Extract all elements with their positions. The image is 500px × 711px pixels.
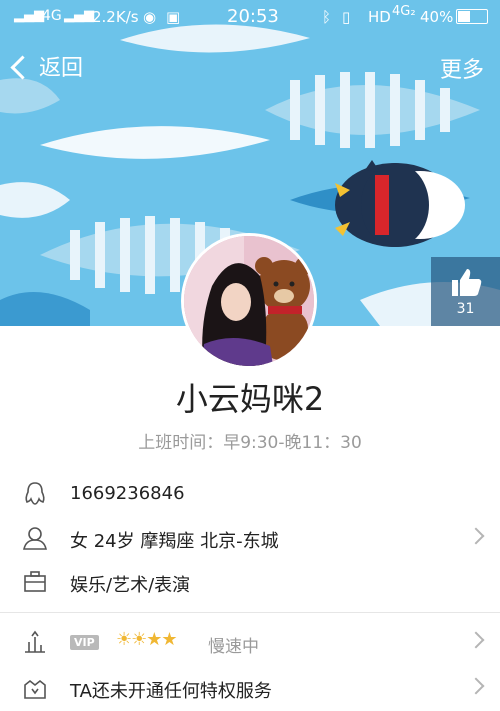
vip-badge: VIP [70, 635, 99, 650]
user-icon [23, 527, 47, 550]
network-type-2: 4G₂ [392, 4, 416, 19]
level-chart-icon [25, 630, 45, 653]
vip-status-text: 慢速中 [208, 637, 259, 657]
network-type: 4G [42, 8, 62, 24]
top-nav: 返回 更多 [0, 48, 500, 88]
more-button[interactable]: 更多 [440, 52, 484, 84]
section-divider [0, 612, 500, 613]
back-button[interactable]: 返回 [10, 50, 84, 82]
clock: 20:53 [227, 6, 279, 27]
vip-level-row[interactable]: VIP ☀☀★★ 慢速中 [0, 621, 500, 665]
chevron-right-icon [467, 631, 485, 649]
privilege-row[interactable]: TA还未开通任何特权服务 [0, 667, 500, 711]
occupation-text: 娱乐/艺术/表演 [70, 575, 191, 596]
wechat-icon: ◉ [143, 8, 157, 26]
basic-info-row[interactable]: 女 24岁 摩羯座 北京-东城 [0, 517, 500, 561]
battery-icon [456, 9, 488, 24]
briefcase-icon [24, 571, 46, 592]
thumbs-up-icon [452, 269, 482, 296]
avatar-image [184, 236, 314, 366]
network-speed: 2.2K/s [92, 8, 139, 26]
work-hours: 上班时间：早9:30-晚11：30 [138, 433, 362, 453]
qq-number: 1669236846 [70, 483, 185, 504]
bluetooth-icon: ᛒ [322, 8, 332, 26]
vibrate-icon: ▯ [342, 8, 351, 26]
hd-label: HD [368, 8, 391, 26]
occupation-row: 娱乐/艺术/表演 [0, 561, 500, 605]
battery-percent: 40% [420, 8, 454, 26]
status-bar: ▂▄▆ 4G ▂▄▆ 2.2K/s ◉ ▣ 20:53 ᛒ ▯ HD 4G₂ 4… [0, 0, 500, 34]
level-suns-icon: ☀☀★★ [116, 629, 178, 650]
chevron-right-icon [467, 527, 485, 545]
notification-icon: ▣ [166, 8, 181, 26]
basic-info-text: 女 24岁 摩羯座 北京-东城 [70, 531, 279, 552]
like-count: 31 [456, 301, 475, 317]
signal-icon: ▂▄▆ [14, 8, 44, 23]
back-label: 返回 [39, 56, 84, 81]
profile-name: 小云妈咪2 [175, 380, 325, 418]
avatar[interactable] [181, 233, 317, 369]
penguin-outline-icon [25, 482, 45, 505]
signal-bars-icon: ▂▄▆ [64, 8, 94, 23]
crown-bag-icon [24, 679, 46, 699]
back-chevron-icon [10, 54, 35, 80]
privilege-text: TA还未开通任何特权服务 [70, 681, 272, 702]
chevron-right-icon [467, 677, 485, 695]
like-button[interactable]: 31 [431, 257, 500, 326]
qq-number-row: 1669236846 [0, 473, 500, 517]
